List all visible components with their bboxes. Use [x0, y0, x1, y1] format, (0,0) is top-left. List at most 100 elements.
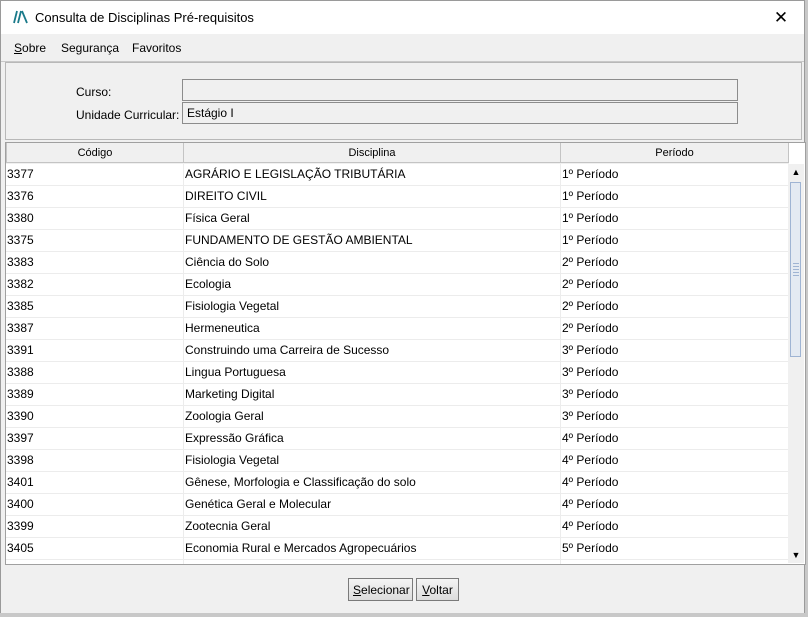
table-row[interactable]: 3388 Lingua Portuguesa 3º Período — [6, 362, 789, 384]
voltar-mnemonic: V — [422, 582, 430, 597]
vertical-scrollbar[interactable]: ▲ ▼ — [788, 164, 804, 563]
table-row[interactable]: 3400 Genética Geral e Molecular 4º Período — [6, 494, 789, 516]
table-row[interactable]: 3387 Hermeneutica 2º Período — [6, 318, 789, 340]
cell-disciplina: Fisiologia Vegetal — [185, 453, 280, 467]
scrollbar-thumb[interactable] — [790, 182, 801, 357]
table-row[interactable]: 3376 DIREITO CIVIL 1º Período — [6, 186, 789, 208]
cell-periodo: 2º Período — [562, 321, 619, 335]
cell-periodo: 3º Período — [562, 387, 619, 401]
table-row[interactable]: 3382 Ecologia 2º Período — [6, 274, 789, 296]
menu-seguranca[interactable]: Segurança — [61, 41, 119, 55]
selecionar-button[interactable]: Selecionar — [348, 578, 413, 601]
table-header: Código Disciplina Período — [6, 143, 789, 164]
scroll-up-icon[interactable]: ▲ — [788, 164, 804, 180]
table-row[interactable]: 3377 AGRÁRIO E LEGISLAÇÃO TRIBUTÁRIA 1º Pe… — [6, 164, 789, 186]
menu-sobre[interactable]: Sobre — [14, 41, 46, 55]
cell-disciplina: Economia Rural e Mercados Agropecuários — [185, 541, 417, 555]
cell-disciplina: Genética Geral e Molecular — [185, 497, 332, 511]
cell-disciplina: Física Geral — [185, 211, 250, 225]
header-disciplina[interactable]: Disciplina — [183, 143, 561, 163]
cell-codigo: 3377 — [7, 167, 34, 181]
table-row[interactable]: 3397 Expressão Gráfica 4º Período — [6, 428, 789, 450]
cell-disciplina: Fisiologia Vegetal — [185, 299, 280, 313]
cell-codigo: 3397 — [7, 431, 34, 445]
filter-panel: Curso: Unidade Curricular: Estágio I — [5, 62, 802, 140]
dialog-window: Consulta de Disciplinas Pré-requisitos ✕… — [0, 0, 806, 613]
title-bar: Consulta de Disciplinas Pré-requisitos ✕ — [1, 1, 804, 34]
unidade-curricular-label: Unidade Curricular: — [76, 108, 180, 122]
cell-disciplina: Expressão Gráfica — [185, 431, 284, 445]
table-row[interactable]: 3399 Zootecnia Geral 4º Período — [6, 516, 789, 538]
app-logo-icon — [13, 10, 28, 24]
cell-codigo: 3399 — [7, 519, 34, 533]
menu-favoritos[interactable]: Favoritos — [132, 41, 181, 55]
cell-codigo: 3387 — [7, 321, 34, 335]
table-row[interactable]: 3390 Zoologia Geral 3º Período — [6, 406, 789, 428]
cell-disciplina: Gênese, Morfologia e Classificação do so… — [185, 475, 416, 489]
table-row[interactable]: 3401 Gênese, Morfologia e Classificação d… — [6, 472, 789, 494]
table-row[interactable]: 3380 Física Geral 1º Período — [6, 208, 789, 230]
cell-disciplina: Zoologia Geral — [185, 409, 264, 423]
cell-disciplina: Zootecnia Geral — [185, 519, 271, 533]
cell-periodo: 4º Período — [562, 475, 619, 489]
cell-codigo: 3405 — [7, 541, 34, 555]
cell-disciplina: Marketing Digital — [185, 387, 275, 401]
cell-periodo: 2º Período — [562, 255, 619, 269]
cell-codigo: 3391 — [7, 343, 34, 357]
cell-periodo: 4º Período — [562, 519, 619, 533]
cell-codigo: 3390 — [7, 409, 34, 423]
cell-periodo: 1º Período — [562, 167, 619, 181]
curso-field[interactable] — [182, 79, 738, 101]
cell-codigo: 3375 — [7, 233, 34, 247]
selecionar-label: elecionar — [361, 582, 410, 597]
menu-favoritos-label: Favoritos — [132, 41, 182, 55]
cell-disciplina: Lingua Portuguesa — [185, 365, 286, 379]
table-body: 3377 AGRÁRIO E LEGISLAÇÃO TRIBUTÁRIA 1º Pe… — [6, 164, 789, 560]
cell-periodo: 1º Período — [562, 189, 619, 203]
table-row[interactable]: 3383 Ciência do Solo 2º Período — [6, 252, 789, 274]
cell-codigo: 3401 — [7, 475, 34, 489]
table-row[interactable]: 3391 Construindo uma Carreira de Sucesso 3… — [6, 340, 789, 362]
cell-disciplina: Ciência do Solo — [185, 255, 270, 269]
cell-codigo: 3380 — [7, 211, 34, 225]
cell-periodo: 5º Período — [562, 541, 619, 555]
cell-codigo: 3389 — [7, 387, 34, 401]
selecionar-mnemonic: S — [353, 582, 362, 597]
cell-codigo: 3383 — [7, 255, 34, 269]
menu-bar: Sobre Segurança Favoritos — [1, 34, 804, 62]
disciplinas-table: Código Disciplina Período 3377 AGRÁRIO E … — [5, 142, 806, 565]
cell-disciplina: FUNDAMENTO DE GESTÃO AMBIENTAL — [185, 233, 413, 247]
table-row[interactable]: 3375 FUNDAMENTO DE GESTÃO AMBIENTAL 1º Per… — [6, 230, 789, 252]
table-row[interactable]: 3385 Fisiologia Vegetal 2º Período — [6, 296, 789, 318]
cell-periodo: 4º Período — [562, 431, 619, 445]
button-bar: Selecionar Voltar — [1, 566, 804, 613]
cell-periodo: 3º Período — [562, 409, 619, 423]
cell-periodo: 4º Período — [562, 453, 619, 467]
menu-sobre-mnemonic: S — [14, 41, 23, 55]
cell-disciplina: Hermeneutica — [185, 321, 260, 335]
table-row[interactable]: 3405 Economia Rural e Mercados Agropecuár… — [6, 538, 789, 560]
close-icon: ✕ — [773, 7, 789, 27]
cell-periodo: 4º Período — [562, 497, 619, 511]
cell-periodo: 1º Período — [562, 233, 619, 247]
cell-codigo: 3385 — [7, 299, 34, 313]
unidade-curricular-field[interactable]: Estágio I — [182, 102, 738, 124]
cell-codigo: 3388 — [7, 365, 34, 379]
table-row[interactable]: 3389 Marketing Digital 3º Período — [6, 384, 789, 406]
menu-seguranca-label: Segurança — [61, 41, 120, 55]
cell-codigo: 3398 — [7, 453, 34, 467]
cell-codigo: 3376 — [7, 189, 34, 203]
header-periodo[interactable]: Período — [560, 143, 789, 163]
header-codigo[interactable]: Código — [6, 143, 184, 163]
scroll-down-icon[interactable]: ▼ — [788, 547, 804, 563]
menu-sobre-label: obre — [22, 41, 47, 55]
voltar-button[interactable]: Voltar — [416, 578, 459, 601]
cell-disciplina: Construindo uma Carreira de Sucesso — [185, 343, 390, 357]
cell-periodo: 2º Período — [562, 299, 619, 313]
cell-periodo: 3º Período — [562, 343, 619, 357]
voltar-label: oltar — [429, 582, 453, 597]
table-row[interactable]: 3398 Fisiologia Vegetal 4º Período — [6, 450, 789, 472]
cell-disciplina: DIREITO CIVIL — [185, 189, 267, 203]
cell-disciplina: AGRÁRIO E LEGISLAÇÃO TRIBUTÁRIA — [185, 167, 406, 181]
close-button[interactable]: ✕ — [758, 1, 804, 34]
